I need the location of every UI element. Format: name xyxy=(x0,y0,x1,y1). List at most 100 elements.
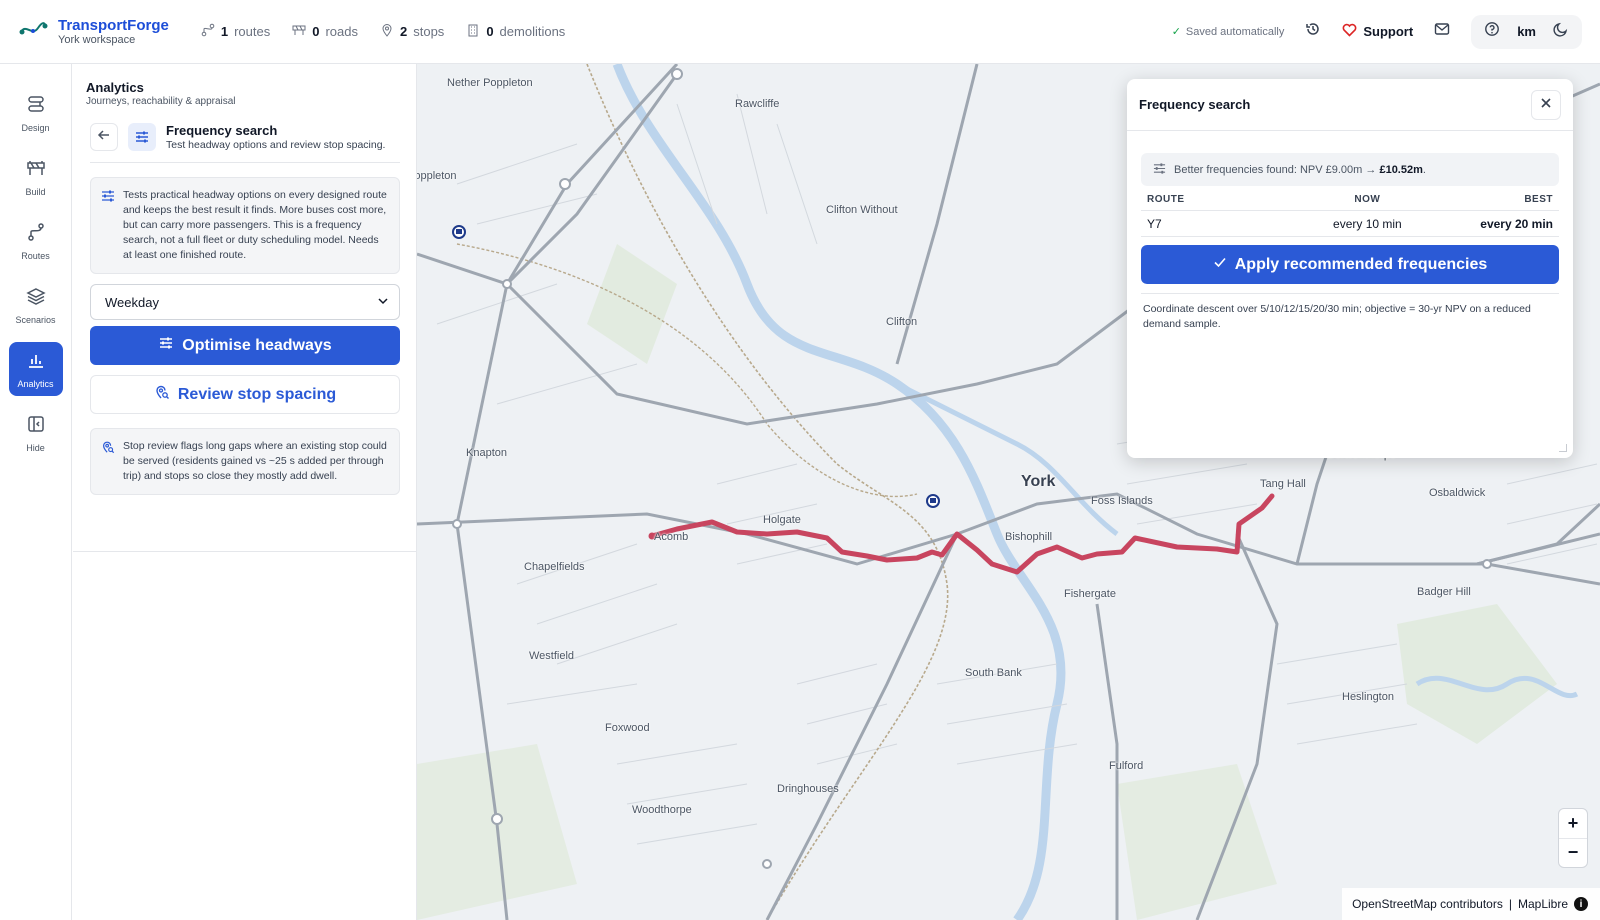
place-label: Dringhouses xyxy=(777,783,839,795)
place-label: Bishophill xyxy=(1005,531,1053,543)
frequency-table: ROUTE NOW BEST Y7 every 10 min every 20 … xyxy=(1141,190,1559,237)
column-header-best: BEST xyxy=(1440,190,1559,211)
place-label: Tang Hall xyxy=(1260,478,1306,490)
panel-title: Analytics xyxy=(86,80,144,95)
rail-item-scenarios[interactable]: Scenarios xyxy=(9,278,63,332)
pin-icon xyxy=(380,23,394,40)
support-button[interactable]: Support xyxy=(1342,23,1413,40)
column-header-route: ROUTE xyxy=(1141,190,1211,211)
place-label: Badger Hill xyxy=(1417,586,1471,598)
bus-stop-icon xyxy=(452,225,466,239)
zoom-in-button[interactable]: + xyxy=(1559,809,1587,838)
place-label-york: York xyxy=(1021,473,1056,490)
units-toggle[interactable]: km xyxy=(1509,24,1544,39)
rail-item-design[interactable]: Design xyxy=(9,86,63,140)
day-type-select[interactable]: Weekday xyxy=(90,284,400,320)
stat-label: stops xyxy=(413,24,445,39)
place-label: Chapelfields xyxy=(524,561,585,573)
analytics-panel: Analytics Journeys, reachability & appra… xyxy=(73,64,417,920)
sliders-icon xyxy=(128,123,156,151)
rail-item-routes[interactable]: Routes xyxy=(9,214,63,268)
settings-group: km xyxy=(1471,14,1582,49)
workspace-name: York workspace xyxy=(58,33,136,46)
attribution-maplibre-link[interactable]: MapLibre xyxy=(1518,897,1568,911)
result-summary: Better frequencies found: NPV £9.00m → £… xyxy=(1141,153,1559,186)
place-label: Holgate xyxy=(763,514,801,526)
method-note: Coordinate descent over 5/10/12/15/20/30… xyxy=(1143,303,1531,330)
rail-item-build[interactable]: Build xyxy=(9,150,63,204)
resize-handle[interactable] xyxy=(1559,444,1567,452)
optimise-headways-button[interactable]: Optimise headways xyxy=(90,326,400,365)
sliders-icon xyxy=(1153,162,1166,178)
heart-icon xyxy=(1342,23,1357,40)
zoom-out-button[interactable]: − xyxy=(1559,837,1587,868)
place-label: Foss Islands xyxy=(1091,495,1153,507)
sliders-icon xyxy=(101,189,115,263)
place-label: Fulford xyxy=(1109,760,1144,772)
place-label: Acomb xyxy=(654,531,689,543)
info-text: Tests practical headway options on every… xyxy=(123,189,387,261)
history-button[interactable] xyxy=(1300,19,1326,45)
place-label: Rawcliffe xyxy=(735,98,780,110)
route-y7-line xyxy=(649,493,1275,575)
stat-count: 2 xyxy=(400,24,408,39)
divider xyxy=(1141,293,1559,294)
dialog-header: Frequency search xyxy=(1127,79,1573,131)
rail-label: Scenarios xyxy=(15,314,56,325)
apply-recommended-button[interactable]: Apply recommended frequencies xyxy=(1141,245,1559,284)
review-label: Review stop spacing xyxy=(177,385,337,403)
support-label: Support xyxy=(1363,24,1414,39)
theme-toggle[interactable] xyxy=(1548,19,1574,45)
stat-label: roads xyxy=(325,24,358,39)
save-status: ✓ Saved automatically xyxy=(1172,25,1285,39)
design-icon xyxy=(26,94,46,119)
day-type-value: Weekday xyxy=(105,294,159,310)
close-button[interactable] xyxy=(1531,89,1561,120)
apply-label: Apply recommended frequencies xyxy=(1234,255,1488,273)
brand[interactable]: TransportForge York workspace xyxy=(18,17,169,47)
stat-count: 0 xyxy=(486,24,494,39)
rail-label: Build xyxy=(25,186,46,197)
result-value: £10.52m xyxy=(1379,163,1423,176)
place-label: Poppleton xyxy=(417,170,457,182)
check-icon xyxy=(1213,255,1227,274)
section-description: Test headway options and review stop spa… xyxy=(166,139,386,151)
result-prefix: Better frequencies found: NPV £9.00m → xyxy=(1174,163,1380,176)
frequency-info-box: Tests practical headway options on every… xyxy=(90,177,400,274)
stat-demolitions: 0 demolitions xyxy=(466,23,565,40)
top-bar: TransportForge York workspace 1 routes 0… xyxy=(0,0,1600,64)
stat-count: 1 xyxy=(220,24,229,39)
transport-logo-icon xyxy=(18,19,48,44)
place-label: Osbaldwick xyxy=(1429,487,1486,499)
info-icon[interactable]: i xyxy=(1574,897,1588,911)
history-icon xyxy=(1305,21,1321,42)
rail-item-analytics[interactable]: Analytics xyxy=(8,342,63,396)
mail-icon xyxy=(1434,22,1450,41)
table-row: Y7 every 10 min every 20 min xyxy=(1141,210,1559,237)
dialog-title: Frequency search xyxy=(1139,97,1251,112)
sliders-icon xyxy=(158,335,174,356)
rail-item-hide[interactable]: Hide xyxy=(9,406,63,460)
help-button[interactable] xyxy=(1479,19,1505,45)
back-button[interactable] xyxy=(90,123,118,151)
result-suffix: . xyxy=(1422,163,1426,176)
arrow-left-icon xyxy=(97,128,111,147)
place-label: Woodthorpe xyxy=(632,804,692,816)
location-search-icon xyxy=(101,440,115,484)
roadblock-icon xyxy=(26,158,46,183)
collapse-panel-icon xyxy=(26,414,46,439)
mail-button[interactable] xyxy=(1429,19,1455,45)
stat-roads: 0 roads xyxy=(292,23,358,40)
chevron-down-icon xyxy=(377,295,389,310)
attribution-osm-link[interactable]: OpenStreetMap contributors xyxy=(1352,897,1503,911)
stat-stops: 2 stops xyxy=(380,23,444,40)
stat-label: demolitions xyxy=(499,24,566,39)
review-stop-spacing-button[interactable]: Review stop spacing xyxy=(90,375,400,414)
section-title: Frequency search xyxy=(166,123,278,138)
help-icon xyxy=(1484,21,1500,42)
zoom-control: + − xyxy=(1558,808,1588,868)
stop-review-info-box: Stop review flags long gaps where an exi… xyxy=(90,428,400,495)
frequency-search-dialog: Frequency search Better frequencies foun… xyxy=(1127,79,1573,458)
bar-chart-icon xyxy=(26,350,46,375)
map-attribution: OpenStreetMap contributors | MapLibre i xyxy=(1342,888,1600,920)
